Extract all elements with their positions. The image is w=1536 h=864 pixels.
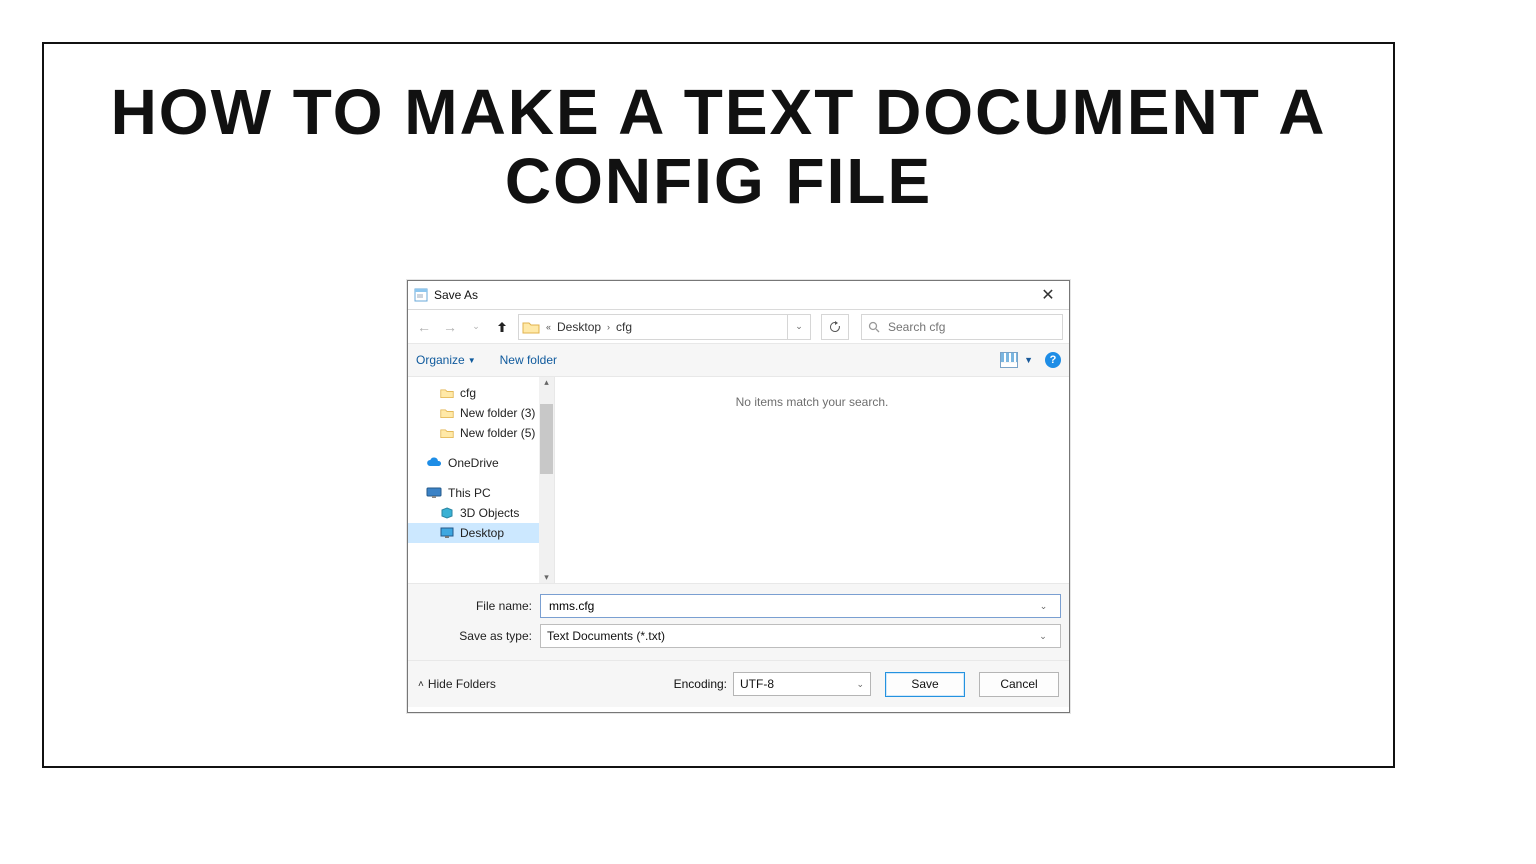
filename-input[interactable] (547, 598, 1033, 614)
filename-drop[interactable]: ⌄ (1033, 601, 1054, 612)
address-drop[interactable]: ⌄ (787, 315, 810, 339)
cloud-icon (426, 457, 442, 469)
organize-menu[interactable]: Organize ▼ (416, 353, 476, 367)
filetype-label: Save as type: (416, 629, 540, 643)
recent-drop[interactable]: ⌄ (466, 317, 486, 337)
back-button[interactable]: ← (414, 317, 434, 337)
encoding-label: Encoding: (674, 677, 727, 691)
close-button[interactable]: ✕ (1033, 285, 1063, 305)
field-section: File name: ⌄ Save as type: Text Document… (408, 583, 1069, 660)
chevron-down-icon: ▼ (468, 356, 476, 365)
folder-icon (522, 320, 540, 334)
address-bar[interactable]: « Desktop › cfg ⌄ (518, 314, 811, 340)
cube-icon (440, 507, 454, 519)
search-icon (862, 321, 886, 333)
tree-item-onedrive[interactable]: OneDrive (408, 453, 554, 473)
cancel-button[interactable]: Cancel (979, 672, 1059, 697)
save-as-dialog: Save As ✕ ← → ⌄ « Desktop › cfg ⌄ (407, 280, 1070, 713)
filename-field[interactable]: ⌄ (540, 594, 1061, 618)
folder-tree[interactable]: cfg New folder (3) New folder (5) OneDri… (408, 377, 555, 583)
tree-item-desktop[interactable]: Desktop (408, 523, 554, 543)
file-list: No items match your search. (555, 377, 1069, 583)
chevron-right-icon: › (607, 322, 610, 332)
filetype-select[interactable]: Text Documents (*.txt) ⌄ (540, 624, 1061, 648)
hide-folders-button[interactable]: ˄ Hide Folders (418, 677, 496, 691)
monitor-icon (426, 487, 442, 499)
refresh-button[interactable] (821, 314, 849, 340)
tree-scrollbar[interactable]: ▴ ▾ (539, 377, 554, 583)
notepad-icon (414, 288, 428, 302)
chevron-down-icon: ⌄ (856, 679, 864, 690)
breadcrumb-back-icon: « (546, 322, 551, 332)
page-title: HOW TO MAKE A TEXT DOCUMENT A CONFIG FIL… (44, 44, 1393, 226)
save-button[interactable]: Save (885, 672, 965, 697)
breadcrumb-desktop[interactable]: Desktop (557, 320, 601, 334)
search-input[interactable] (886, 319, 1060, 335)
tree-item-3dobjects[interactable]: 3D Objects (408, 503, 554, 523)
tree-item-thispc[interactable]: This PC (408, 483, 554, 503)
chevron-up-icon: ˄ (418, 679, 424, 690)
organize-label: Organize (416, 353, 465, 367)
scroll-thumb[interactable] (540, 404, 553, 474)
scroll-up-icon[interactable]: ▴ (544, 377, 549, 388)
filetype-value: Text Documents (*.txt) (547, 629, 1032, 643)
breadcrumb-cfg[interactable]: cfg (616, 320, 632, 334)
filetype-drop-icon: ⌄ (1032, 631, 1054, 642)
document-frame: HOW TO MAKE A TEXT DOCUMENT A CONFIG FIL… (42, 42, 1395, 768)
empty-message: No items match your search. (736, 395, 889, 409)
view-options-button[interactable]: ▼ (1000, 352, 1033, 368)
forward-button[interactable]: → (440, 317, 460, 337)
dialog-title: Save As (434, 288, 1033, 302)
new-folder-button[interactable]: New folder (500, 353, 557, 367)
scroll-down-icon[interactable]: ▾ (544, 572, 549, 583)
desktop-icon (440, 527, 454, 539)
view-icon (1000, 352, 1018, 368)
chevron-down-icon: ▼ (1024, 355, 1033, 365)
search-box[interactable] (861, 314, 1063, 340)
encoding-value: UTF-8 (740, 677, 774, 691)
titlebar: Save As ✕ (408, 281, 1069, 310)
nav-row: ← → ⌄ « Desktop › cfg ⌄ (408, 310, 1069, 343)
dialog-footer: ˄ Hide Folders Encoding: UTF-8 ⌄ Save Ca… (408, 660, 1069, 707)
tree-item-newfolder3[interactable]: New folder (3) (408, 403, 554, 423)
encoding-select[interactable]: UTF-8 ⌄ (733, 672, 871, 696)
up-button[interactable] (492, 317, 512, 337)
dialog-toolbar: Organize ▼ New folder ▼ ? (408, 343, 1069, 377)
dialog-body: cfg New folder (3) New folder (5) OneDri… (408, 377, 1069, 583)
help-button[interactable]: ? (1045, 352, 1061, 368)
filename-label: File name: (416, 599, 540, 613)
tree-item-newfolder5[interactable]: New folder (5) (408, 423, 554, 443)
tree-item-cfg[interactable]: cfg (408, 383, 554, 403)
